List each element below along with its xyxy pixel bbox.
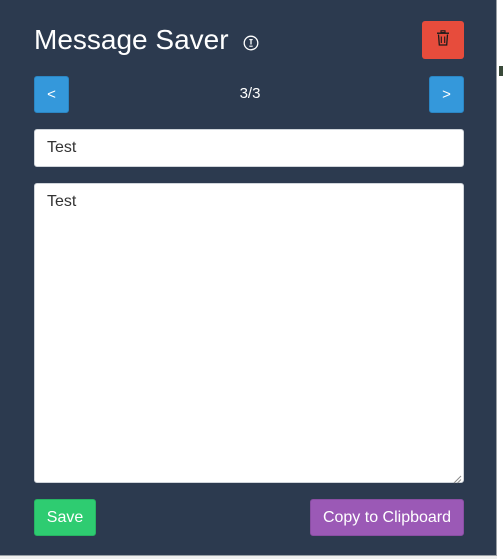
next-message-button[interactable]: > — [429, 76, 464, 113]
message-body-textarea[interactable]: Test — [34, 183, 464, 483]
info-circle-icon[interactable] — [243, 35, 259, 51]
previous-message-button[interactable]: < — [34, 76, 69, 113]
message-saver-popup: Message Saver < 3/3 > Test Save — [0, 0, 497, 556]
background-page-mark — [499, 66, 503, 76]
delete-button[interactable] — [422, 21, 464, 59]
textarea-resize-handle[interactable] — [452, 471, 462, 484]
message-counter: 3/3 — [239, 85, 261, 102]
message-title-input[interactable] — [34, 129, 464, 167]
background-page-edge — [497, 0, 504, 559]
save-button[interactable]: Save — [34, 499, 96, 536]
app-title: Message Saver — [34, 24, 229, 55]
trash-icon — [436, 29, 450, 51]
copy-to-clipboard-button[interactable]: Copy to Clipboard — [310, 499, 464, 536]
